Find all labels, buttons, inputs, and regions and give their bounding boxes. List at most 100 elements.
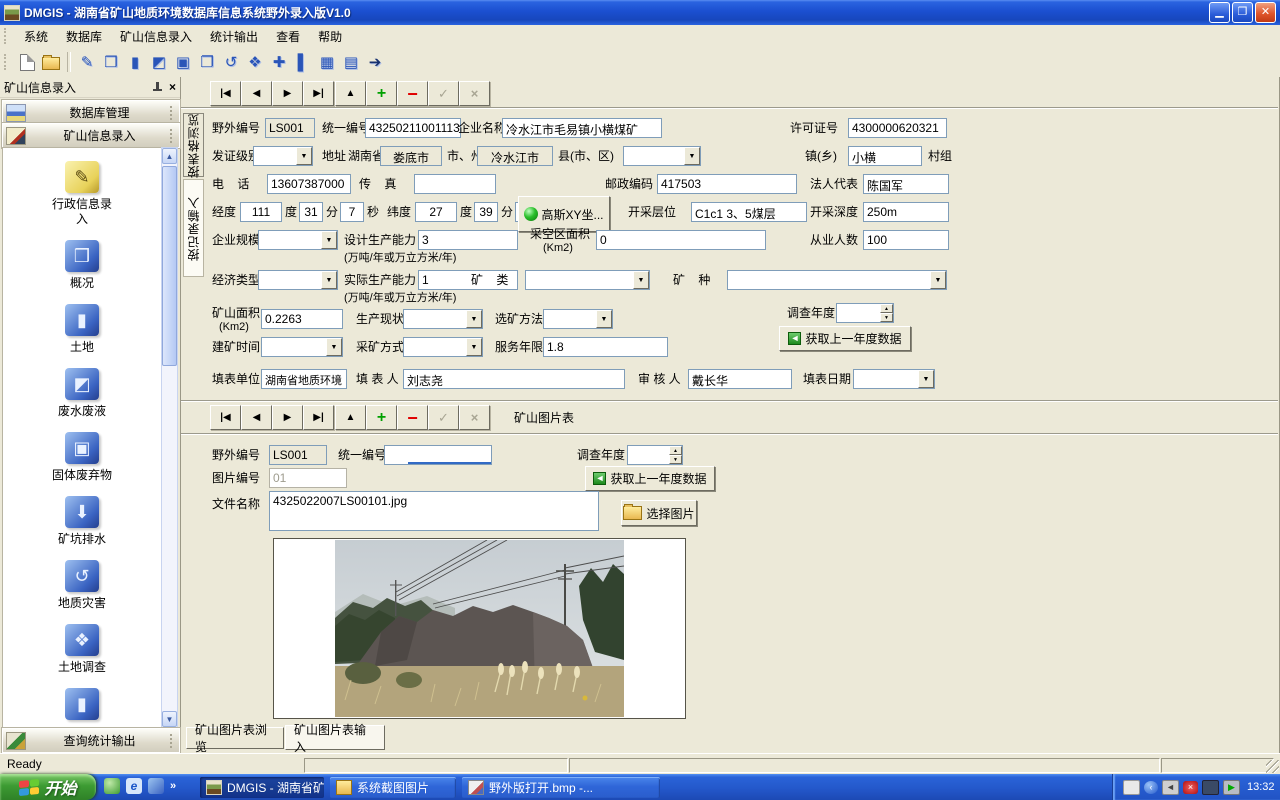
chevron-down-icon[interactable]: ▼ [930,271,946,289]
layer-input[interactable]: C1c1 3、5煤层 [691,202,807,222]
chevron-down-icon[interactable]: ▼ [684,147,700,165]
production-status-select[interactable]: 生产 ▼ [403,309,483,329]
pic-nav-prior-button[interactable]: ◀ [241,405,272,430]
pic-no-input[interactable]: 01 [269,468,347,488]
window-titlebar[interactable]: DMGIS - 湖南省矿山地质环境数据库信息系统野外录入版V1.0 ▁ ❐ ✕ [0,0,1280,25]
county-select[interactable]: 毛易 ▼ [623,146,701,166]
security-shield-icon[interactable]: × [1183,781,1198,794]
land-icon[interactable]: ▮ [123,51,147,74]
sidebar-scrollbar[interactable]: ▲ ▼ [161,147,178,728]
tab-picture-input[interactable]: 矿山图片表输入 [285,725,385,750]
sidebar-item-land-survey[interactable]: ❖ 土地调查 [3,624,161,675]
nav-delete-button[interactable]: − [397,81,428,106]
spin-down-icon[interactable]: ▼ [669,455,682,464]
column-icon[interactable]: ▌ [291,51,315,74]
nav-post-button[interactable]: ✓ [428,81,459,106]
new-file-icon[interactable] [15,51,39,74]
mine-class-select[interactable]: 能源矿产 ▼ [525,270,650,290]
admin-entry-icon[interactable]: ✎ [75,51,99,74]
pin-icon[interactable] [151,81,163,93]
scroll-up-icon[interactable]: ▲ [162,148,177,164]
messenger-icon[interactable] [104,778,120,794]
prefecture-input[interactable]: 冷水江市 [477,146,553,166]
close-panel-icon[interactable]: × [169,81,176,93]
pic-nav-last-button[interactable]: ▶| [303,405,334,430]
tab-record-input[interactable]: 按记录输入 [183,179,204,277]
mine-kind-select[interactable]: 煤 ▼ [727,270,947,290]
monitor-icon[interactable]: ✚ [267,51,291,74]
nav-refresh-button[interactable]: ▲ [335,81,366,106]
pic-nav-insert-button[interactable]: + [366,405,397,430]
pic-field-no-input[interactable]: LS001 [269,445,327,465]
scroll-thumb[interactable] [162,166,177,366]
lat-deg-input[interactable]: 27 [415,202,457,222]
spin-down-icon[interactable]: ▼ [880,313,893,322]
sidebar-item-drainage[interactable]: ⬇ 矿坑排水 [3,496,161,547]
start-button[interactable]: 开始 [0,774,96,800]
postcode-input[interactable]: 417503 [657,174,797,194]
ie-icon[interactable]: e [126,778,142,794]
survey-year-spinner[interactable]: 2007 ▲ ▼ [836,303,894,323]
lat-min-input[interactable]: 39 [474,202,498,222]
phone-input[interactable]: 13607387000 [267,174,351,194]
menu-help[interactable]: 帮助 [309,26,351,47]
table-icon[interactable]: ▦ [315,51,339,74]
menu-view[interactable]: 查看 [267,26,309,47]
nav-first-button[interactable]: |◀ [210,81,241,106]
task-bmp-paint[interactable]: 野外版打开.bmp -... [462,777,660,798]
resize-grip[interactable] [1266,760,1279,773]
sidebar-item-land[interactable]: ▮ 土地 [3,304,161,355]
keyboard-icon[interactable] [1123,780,1140,795]
scroll-down-icon[interactable]: ▼ [162,711,177,727]
task-screenshots-folder[interactable]: 系统截图图片 [330,777,456,798]
fill-date-select[interactable]: 2007-11-13 ▼ [853,369,935,389]
economy-select[interactable]: 个体 ▼ [258,270,338,290]
mine-area-input[interactable]: 0.2263 [261,309,343,329]
fill-unit-input[interactable]: 湖南省地质环境 [261,369,347,389]
nav-cancel-button[interactable]: × [459,81,490,106]
chevron-down-icon[interactable]: ▼ [466,310,482,328]
chevron-down-icon[interactable]: ▼ [633,271,649,289]
chevron-down-icon[interactable]: ▼ [466,338,482,356]
tab-table-browse[interactable]: 按表格浏览 [183,113,204,177]
menu-database[interactable]: 数据库 [57,26,111,47]
dressing-method-select[interactable]: 其它 ▼ [543,309,613,329]
nav-prior-button[interactable]: ◀ [241,81,272,106]
sidebar-group-mine-entry[interactable]: 矿山信息录入 [2,123,180,148]
volume-icon[interactable]: ◄ [1162,780,1179,795]
employees-input[interactable]: 100 [863,230,949,250]
nav-next-button[interactable]: ▶ [272,81,303,106]
sidebar-item-solid-waste[interactable]: ▣ 固体废弃物 [3,432,161,483]
overview-icon[interactable]: ❒ [99,51,123,74]
legal-rep-input[interactable]: 陈国军 [863,174,949,194]
choose-picture-button[interactable]: 选择图片 [621,500,697,526]
field-no-input[interactable]: LS001 [265,118,315,138]
drainage-icon[interactable]: ❐ [195,51,219,74]
sidebar-item-wastewater[interactable]: ◩ 废水废液 [3,368,161,419]
auditor-input[interactable]: 戴长华 [688,369,792,389]
unified-no-input[interactable]: 43250211001113 [365,118,461,138]
chevron-right-icon[interactable]: » [170,780,176,792]
pic-nav-first-button[interactable]: |◀ [210,405,241,430]
sidebar-group-query-output[interactable]: 查询统计输出 [2,728,180,753]
open-file-icon[interactable] [39,51,63,74]
pic-nav-post-button[interactable]: ✓ [428,405,459,430]
land-survey-icon[interactable]: ❖ [243,51,267,74]
city-input[interactable]: 娄底市 [380,146,442,166]
drive-arrow-icon[interactable]: ▶ [1223,780,1240,795]
exit-icon[interactable]: ➔ [363,51,387,74]
town-input[interactable]: 小横 [848,146,922,166]
get-prev-year-button[interactable]: 获取上一年度数据 [779,326,911,351]
service-life-input[interactable]: 1.8 [543,337,668,357]
media-player-icon[interactable] [148,778,164,794]
goaf-area-input[interactable]: 0 [596,230,766,250]
ch evron-down-icon[interactable]: ▼ [918,370,934,388]
design-capacity-input[interactable]: 3 [418,230,518,250]
sidebar-item-partial[interactable]: ▮ [3,688,161,720]
lon-min-input[interactable]: 31 [299,202,323,222]
pic-nav-cancel-button[interactable]: × [459,405,490,430]
lon-sec-input[interactable]: 7 [340,202,364,222]
sidebar-item-overview[interactable]: ❒ 概况 [3,240,161,291]
restore-button[interactable]: ❐ [1232,2,1253,23]
disaster-icon[interactable]: ↺ [219,51,243,74]
